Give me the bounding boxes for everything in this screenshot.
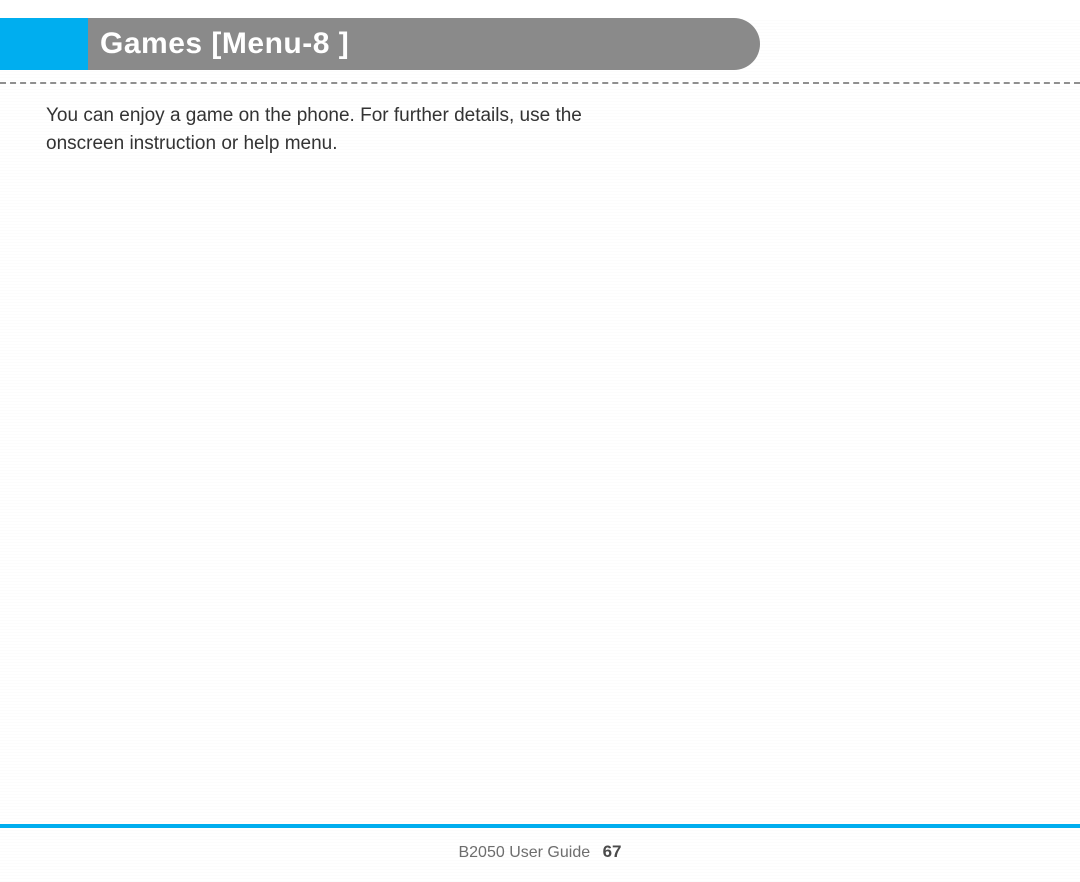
page-footer: B2050 User Guide 67 — [0, 824, 1080, 862]
body-paragraph: You can enjoy a game on the phone. For f… — [46, 102, 606, 157]
section-title: Games [Menu-8 ] — [100, 27, 349, 61]
footer-page-number: 67 — [603, 842, 622, 861]
footer-guide-label: B2050 User Guide — [458, 844, 590, 862]
footer-rule — [0, 824, 1080, 828]
header-title-pill: Games [Menu-8 ] — [88, 18, 760, 70]
dashed-divider — [0, 82, 1080, 84]
section-header: Games [Menu-8 ] — [0, 18, 760, 70]
header-accent-tab — [0, 18, 88, 70]
